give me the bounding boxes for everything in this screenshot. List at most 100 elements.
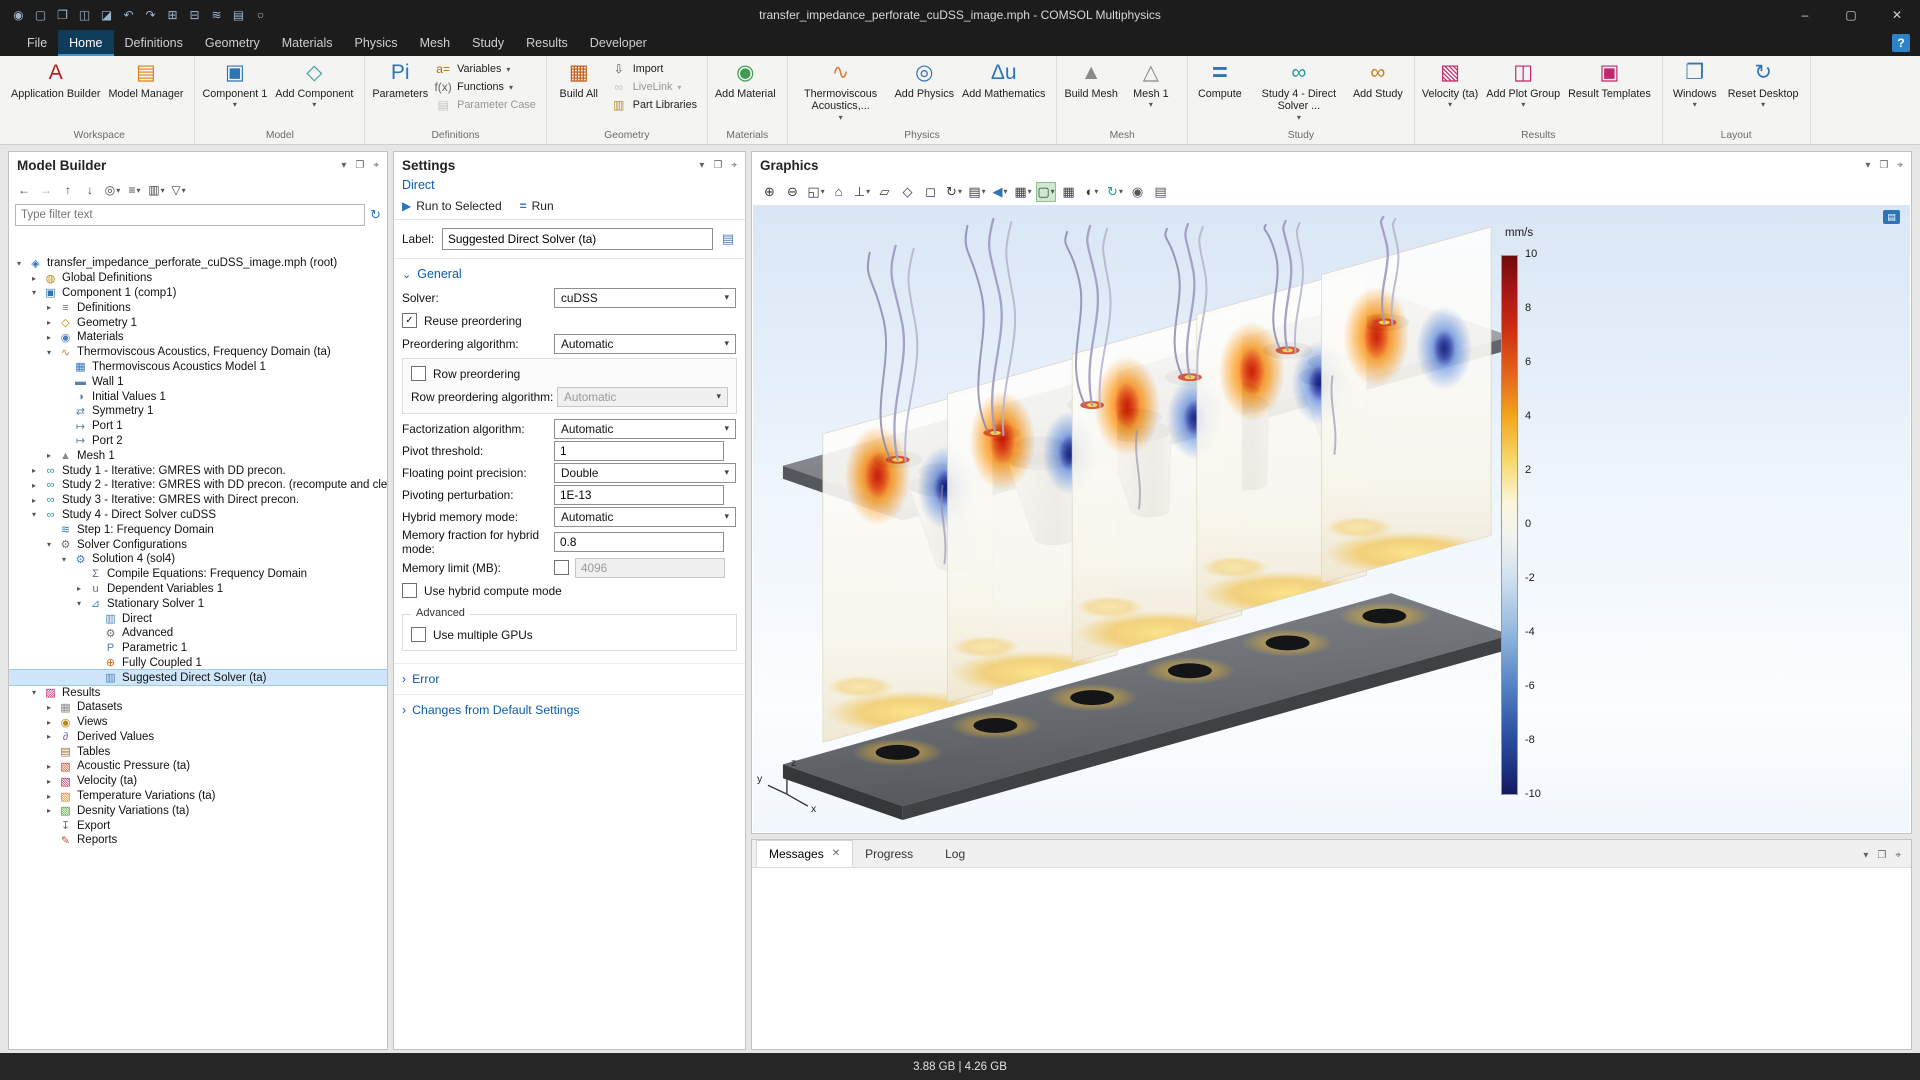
close-icon[interactable]: ✕ [832, 848, 840, 859]
tree-item[interactable]: ▸ ≡ Definitions [9, 300, 387, 315]
minimize-button[interactable]: – [1782, 0, 1828, 30]
pin-panel-icon[interactable]: ⌖ [731, 160, 737, 171]
run-to-selected-button[interactable]: ▶ Run to Selected [402, 199, 502, 213]
messages-tab[interactable]: Log [933, 840, 985, 867]
ribbon-button[interactable]: Pi Parameters [368, 57, 432, 129]
plot-selector-icon[interactable]: ▤ [1883, 210, 1900, 224]
collapse-panel-icon[interactable]: ▾ [341, 160, 346, 171]
tree-item[interactable]: ≋ Step 1: Frequency Domain [9, 522, 387, 537]
hybrid-memory-mode-select[interactable]: Automatic ▾ [554, 507, 736, 527]
expander-icon[interactable]: ▸ [32, 274, 43, 283]
orthographic-projection-icon[interactable]: ◻ [921, 182, 941, 202]
section-general[interactable]: ⌄ General [394, 259, 745, 286]
ribbon-button[interactable]: ▤ Model Manager [104, 57, 187, 129]
node-text-icon[interactable]: ≡ ▾ [125, 181, 144, 200]
paste-icon[interactable]: ⊟ [184, 5, 205, 26]
tree-filter-input[interactable] [15, 204, 365, 226]
ribbon-tab[interactable]: Study [461, 30, 515, 56]
expander-icon[interactable]: ▾ [62, 555, 73, 564]
save-icon[interactable]: ◫ [74, 5, 95, 26]
collapse-panel-icon[interactable]: ▾ [1863, 850, 1868, 861]
zoom-box-icon[interactable]: ◱ ▾ [806, 182, 826, 202]
ribbon-tab[interactable]: File [16, 30, 58, 56]
view-along-axis-icon[interactable]: ⊥ ▾ [852, 182, 872, 202]
ribbon-button[interactable]: ∞ Study 4 - Direct Solver ... ▾ [1249, 57, 1349, 129]
tree-item[interactable]: ▬ Wall 1 [9, 374, 387, 389]
factorization-algorithm-select[interactable]: Automatic ▾ [554, 419, 736, 439]
zoom-out-icon[interactable]: ⊖ [783, 182, 803, 202]
expander-icon[interactable]: ▸ [47, 718, 58, 727]
update-plot-icon[interactable]: ↻ ▾ [1105, 182, 1125, 202]
model-manager-icon[interactable]: ▤ [228, 5, 249, 26]
collapse-panel-icon[interactable]: ▾ [1865, 160, 1870, 171]
show-icon[interactable]: ◎ ▾ [103, 181, 122, 200]
ribbon-button[interactable]: ⇩ Import [610, 62, 702, 76]
expander-icon[interactable]: ▸ [32, 496, 43, 505]
tree-item[interactable]: ▾ ∞ Study 4 - Direct Solver cuDSS [9, 508, 387, 523]
tree-item[interactable]: ▾ ⚙ Solution 4 (sol4) [9, 552, 387, 567]
plot-settings-icon[interactable]: ▦ ▾ [1013, 182, 1033, 202]
ribbon-button[interactable]: ↻ Reset Desktop ▾ [1724, 57, 1803, 129]
ribbon-tab[interactable]: Geometry [194, 30, 271, 56]
tree-item[interactable]: ▸ ▲ Mesh 1 [9, 448, 387, 463]
ribbon-button[interactable]: ◫ Add Plot Group ▾ [1482, 57, 1564, 129]
ribbon-tab[interactable]: Home [58, 30, 113, 56]
section-error[interactable]: › Error [394, 663, 745, 694]
close-button[interactable]: ✕ [1874, 0, 1920, 30]
tree-item[interactable]: P Parametric 1 [9, 641, 387, 656]
ribbon-tab[interactable]: Physics [343, 30, 408, 56]
ribbon-button[interactable]: ▧ Velocity (ta) ▾ [1418, 57, 1482, 129]
tree-item[interactable]: ▸ ▧ Acoustic Pressure (ta) [9, 759, 387, 774]
expander-icon[interactable]: ▸ [47, 806, 58, 815]
tree-item[interactable]: ▸ ∞ Study 1 - Iterative: GMRES with DD p… [9, 463, 387, 478]
app-logo-icon[interactable]: ◉ [8, 5, 29, 26]
row-preordering-checkbox[interactable] [411, 366, 426, 381]
ribbon-button[interactable]: △ Mesh 1 ▾ [1122, 57, 1180, 129]
tree-item[interactable]: ✎ Reports [9, 833, 387, 848]
tree-item[interactable]: ⊕ Fully Coupled 1 [9, 656, 387, 671]
ribbon-button[interactable]: ◎ Add Physics [891, 57, 958, 129]
section-changes-from-default[interactable]: › Changes from Default Settings [394, 694, 745, 725]
scene-appearance-icon[interactable]: ▤ ▾ [967, 182, 987, 202]
go-to-default-view-icon[interactable]: ⌂ [829, 182, 849, 202]
zoom-in-icon[interactable]: ⊕ [760, 182, 780, 202]
tree-item[interactable]: ▸ ∞ Study 3 - Iterative: GMRES with Dire… [9, 493, 387, 508]
help-button[interactable]: ? [1892, 34, 1910, 52]
ribbon-tab[interactable]: Definitions [114, 30, 194, 56]
ribbon-button[interactable]: ▦ Build All [550, 57, 608, 129]
graphics-viewport[interactable]: mm/s 1086420-2-4-6-8-10 z y x ▤ [753, 205, 1910, 832]
float-panel-icon[interactable]: ❐ [1879, 160, 1888, 171]
expander-icon[interactable]: ▾ [17, 259, 28, 268]
ribbon-button[interactable]: ▣ Result Templates [1564, 57, 1655, 129]
forward-icon[interactable]: → [37, 181, 56, 200]
ribbon-button[interactable]: ▣ Component 1 ▾ [198, 57, 271, 129]
tree-item[interactable]: ▸ ◉ Materials [9, 330, 387, 345]
view-xy-plane-icon[interactable]: ▱ [875, 182, 895, 202]
run-button[interactable]: = Run [520, 199, 554, 213]
settings-icon[interactable]: ≋ [206, 5, 227, 26]
solver-select[interactable]: cuDSS ▾ [554, 288, 736, 308]
tree-item[interactable]: ▤ Tables [9, 744, 387, 759]
open-file-icon[interactable]: ❐ [52, 5, 73, 26]
copy-icon[interactable]: ⊞ [162, 5, 183, 26]
view-yz-plane-icon[interactable]: ◇ [898, 182, 918, 202]
tree-item[interactable]: ▾ ∿ Thermoviscous Acoustics, Frequency D… [9, 345, 387, 360]
search-icon[interactable]: ○ [250, 5, 271, 26]
pivoting-perturbation-input[interactable] [554, 485, 724, 505]
tree-item[interactable]: ▥ Suggested Direct Solver (ta) [9, 670, 387, 685]
expander-icon[interactable]: ▸ [32, 481, 43, 490]
back-icon[interactable]: ← [15, 181, 34, 200]
refresh-icon[interactable]: ↻ [370, 207, 381, 223]
expander-icon[interactable]: ▾ [47, 540, 58, 549]
expander-icon[interactable]: ▾ [32, 688, 43, 697]
ribbon-button[interactable]: ▤ Parameter Case [434, 98, 541, 112]
tree-item[interactable]: ⚙ Advanced [9, 626, 387, 641]
ribbon-button[interactable]: A Application Builder [7, 57, 104, 129]
tree-item[interactable]: ▸ ◍ Global Definitions [9, 271, 387, 286]
tree-item[interactable]: ▾ ⚙ Solver Configurations [9, 537, 387, 552]
tree-item[interactable]: ▸ ▧ Temperature Variations (ta) [9, 789, 387, 804]
ribbon-button[interactable]: ▥ Part Libraries [610, 98, 702, 112]
expander-icon[interactable]: ▸ [47, 333, 58, 342]
expander-icon[interactable]: ▸ [47, 451, 58, 460]
save-as-icon[interactable]: ◪ [96, 5, 117, 26]
